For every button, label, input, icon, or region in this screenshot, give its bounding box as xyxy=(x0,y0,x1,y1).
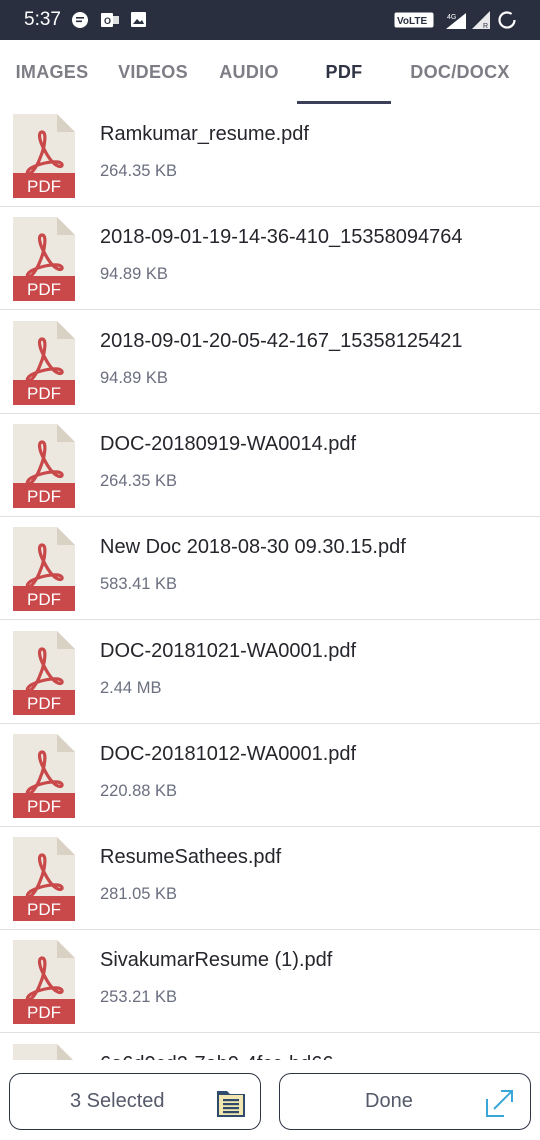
svg-text:PDF: PDF xyxy=(27,487,61,506)
file-name: 6a6d0cd2-7ab9-4fcc-bd66- xyxy=(100,1053,340,1060)
file-row[interactable]: PDF DOC-20181021-WA0001.pdf 2.44 MB xyxy=(0,621,540,724)
file-row[interactable]: PDF 2018-09-01-19-14-36-410_15358094764 9… xyxy=(0,207,540,311)
file-row[interactable]: PDF DOC-20181012-WA0001.pdf 220.88 KB xyxy=(0,724,540,827)
selected-count-label: 3 Selected xyxy=(70,1090,165,1112)
file-size: 94.89 KB xyxy=(100,265,168,284)
signal-roaming-icon: R xyxy=(471,10,491,35)
bottom-bar: 3 Selected Done xyxy=(0,1060,540,1140)
file-row[interactable]: PDF 6a6d0cd2-7ab9-4fcc-bd66- xyxy=(0,1034,540,1060)
svg-text:O: O xyxy=(104,16,111,26)
file-row[interactable]: PDF ResumeSathees.pdf 281.05 KB xyxy=(0,827,540,931)
tab-pdf[interactable]: PDF xyxy=(297,40,391,104)
svg-text:PDF: PDF xyxy=(27,900,61,919)
svg-text:R: R xyxy=(483,23,488,30)
svg-text:PDF: PDF xyxy=(27,177,61,196)
file-row[interactable]: PDF New Doc 2018-08-30 09.30.15.pdf 583.4… xyxy=(0,517,540,621)
file-size: 220.88 KB xyxy=(100,781,178,800)
signal-4g-icon: 4G xyxy=(444,10,468,35)
pdf-file-icon: PDF xyxy=(11,837,77,922)
pdf-file-icon: PDF xyxy=(11,940,77,1025)
file-row[interactable]: PDF 2018-09-01-20-05-42-167_15358125421 9… xyxy=(0,311,540,414)
file-row[interactable]: PDF Ramkumar_resume.pdf 264.35 KB xyxy=(0,104,540,207)
file-size: 2.44 MB xyxy=(100,678,162,697)
pdf-file-icon: PDF xyxy=(11,630,77,715)
file-name: Ramkumar_resume.pdf xyxy=(100,123,309,145)
file-name: New Doc 2018-08-30 09.30.15.pdf xyxy=(100,536,406,559)
file-name: DOC-20181012-WA0001.pdf xyxy=(100,742,357,765)
export-arrow-icon xyxy=(484,1087,516,1125)
tab-doc-docx[interactable]: DOC/DOCX xyxy=(400,40,520,104)
file-name: ResumeSathees.pdf xyxy=(100,846,282,869)
file-size: 253.21 KB xyxy=(100,988,178,1007)
file-name: SivakumarResume (1).pdf xyxy=(100,949,333,972)
selected-count-button[interactable]: 3 Selected xyxy=(9,1073,261,1130)
file-name: DOC-20181021-WA0001.pdf xyxy=(100,639,357,662)
file-name: 2018-09-01-19-14-36-410_15358094764 xyxy=(100,226,463,249)
chat-bubble-icon xyxy=(71,11,89,34)
file-size: 583.41 KB xyxy=(100,575,178,594)
svg-text:PDF: PDF xyxy=(27,797,61,816)
folder-icon xyxy=(214,1086,248,1126)
file-size: 264.35 KB xyxy=(100,162,178,180)
pdf-file-icon: PDF xyxy=(11,114,77,198)
pdf-file-icon: PDF xyxy=(11,1043,77,1060)
file-name: DOC-20180919-WA0014.pdf xyxy=(100,432,357,455)
file-size: 281.05 KB xyxy=(100,885,178,904)
pdf-file-icon: PDF xyxy=(11,217,77,302)
file-name: 2018-09-01-20-05-42-167_15358125421 xyxy=(100,329,463,352)
svg-text:PDF: PDF xyxy=(27,384,61,403)
tab-images[interactable]: IMAGES xyxy=(8,40,96,104)
file-row[interactable]: PDF DOC-20180919-WA0014.pdf 264.35 KB xyxy=(0,414,540,517)
status-bar: 5:37 O VoLTE 4G R xyxy=(0,0,540,40)
svg-text:PDF: PDF xyxy=(27,590,61,609)
tab-bar: IMAGES VIDEOS AUDIO PDF DOC/DOCX xyxy=(0,40,540,104)
tab-audio[interactable]: AUDIO xyxy=(210,40,288,104)
svg-text:VoLTE: VoLTE xyxy=(397,16,428,27)
svg-text:PDF: PDF xyxy=(27,694,61,713)
svg-text:PDF: PDF xyxy=(27,1003,61,1022)
outlook-icon: O xyxy=(100,11,120,34)
image-icon xyxy=(130,11,147,33)
pdf-file-icon: PDF xyxy=(11,733,77,818)
volte-icon: VoLTE xyxy=(394,12,434,33)
svg-text:4G: 4G xyxy=(447,14,456,21)
battery-icon xyxy=(497,10,517,35)
done-label: Done xyxy=(365,1090,413,1112)
file-list[interactable]: PDF Ramkumar_resume.pdf 264.35 KB PDF 201… xyxy=(0,104,540,1060)
done-button[interactable]: Done xyxy=(279,1073,531,1130)
pdf-file-icon: PDF xyxy=(11,423,77,508)
svg-text:PDF: PDF xyxy=(27,280,61,299)
pdf-file-icon: PDF xyxy=(11,320,77,405)
status-time: 5:37 xyxy=(24,9,61,30)
file-size: 264.35 KB xyxy=(100,471,178,490)
file-size: 94.89 KB xyxy=(100,368,168,387)
pdf-file-icon: PDF xyxy=(11,527,77,612)
file-row[interactable]: PDF SivakumarResume (1).pdf 253.21 KB xyxy=(0,930,540,1034)
tab-videos[interactable]: VIDEOS xyxy=(110,40,196,104)
